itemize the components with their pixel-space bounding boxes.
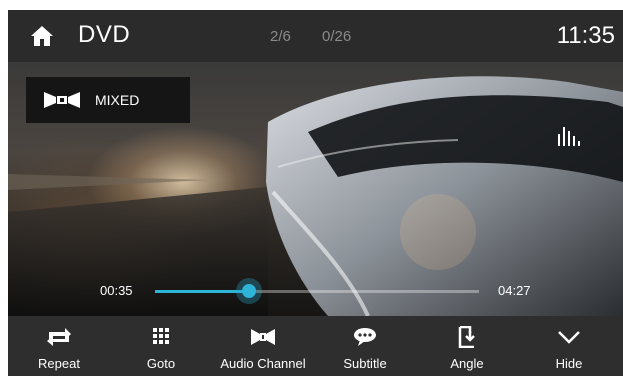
repeat-icon — [47, 328, 71, 346]
hide-label: Hide — [555, 356, 583, 371]
control-bar: Repeat Goto Audio Channel Subtitle Angle… — [8, 316, 623, 376]
hide-button[interactable]: Hide — [518, 316, 620, 376]
speech-bubble-icon — [354, 328, 376, 346]
subtitle-label: Subtitle — [343, 356, 387, 371]
audio-channel-icon — [251, 329, 275, 345]
equalizer-icon[interactable] — [557, 124, 581, 148]
repeat-label: Repeat — [38, 356, 80, 371]
current-time: 00:35 — [100, 283, 133, 298]
grid-icon — [153, 328, 169, 344]
progress-handle[interactable] — [241, 284, 256, 298]
audio-channel-label: Audio Channel — [220, 356, 306, 371]
chapter-counter: 0/26 — [322, 28, 352, 45]
header-bar: DVD 2/6 0/26 11:35 — [8, 10, 623, 62]
chevron-down-icon — [558, 331, 580, 344]
goto-button[interactable]: Goto — [110, 316, 212, 376]
total-time: 04:27 — [498, 283, 531, 298]
subtitle-button[interactable]: Subtitle — [314, 316, 416, 376]
audio-mode-label: MIXED — [95, 92, 140, 108]
goto-label: Goto — [146, 356, 176, 371]
track-counter: 2/6 — [270, 28, 291, 45]
audio-mode-badge: MIXED — [26, 77, 190, 123]
angle-label: Angle — [450, 356, 484, 371]
dvd-player-screen: DVD 2/6 0/26 11:35 MIXED 00:35 04:27 Rep… — [8, 10, 623, 376]
home-icon[interactable] — [30, 24, 54, 48]
video-area[interactable]: MIXED 00:35 04:27 — [8, 62, 623, 316]
audio-channel-icon — [44, 92, 80, 108]
angle-icon — [458, 326, 475, 348]
page-title: DVD — [78, 21, 131, 48]
repeat-button[interactable]: Repeat — [8, 316, 110, 376]
angle-button[interactable]: Angle — [416, 316, 518, 376]
audio-channel-button[interactable]: Audio Channel — [212, 316, 314, 376]
progress-fill — [155, 290, 249, 293]
clock: 11:35 — [556, 22, 615, 49]
